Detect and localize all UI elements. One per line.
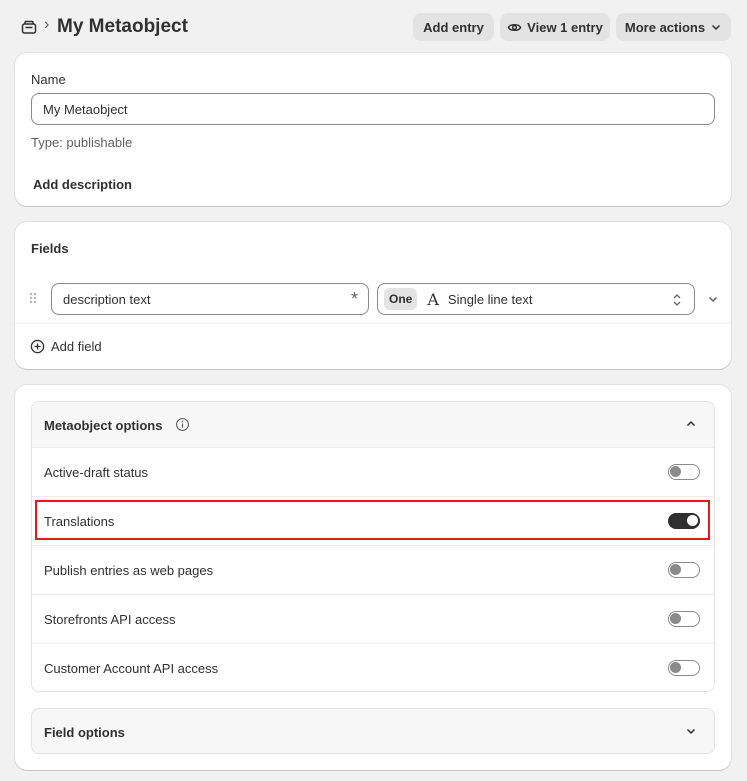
metaobject-options-title: Metaobject options xyxy=(44,418,163,433)
add-description-button[interactable]: Add description xyxy=(33,177,132,192)
plus-circle-icon xyxy=(30,339,45,354)
breadcrumb-separator: › xyxy=(44,16,50,33)
name-label: Name xyxy=(31,72,66,87)
option-row-translations: Translations xyxy=(32,496,714,545)
type-text: Type: publishable xyxy=(31,135,133,150)
metaobject-options-panel: Metaobject options Active-draft status T… xyxy=(31,401,715,692)
more-actions-button[interactable]: More actions xyxy=(616,13,731,41)
customer-account-api-toggle[interactable] xyxy=(668,660,700,676)
option-row-customer-account-api: Customer Account API access xyxy=(32,643,714,692)
drag-handle-icon[interactable] xyxy=(28,291,38,305)
active-draft-toggle[interactable] xyxy=(668,464,700,480)
metaobject-options-header[interactable]: Metaobject options xyxy=(32,402,714,447)
name-card: Name My Metaobject Type: publishable Add… xyxy=(15,53,731,206)
eye-icon xyxy=(507,23,522,31)
add-field-button[interactable]: Add field xyxy=(30,339,102,354)
divider xyxy=(15,323,731,324)
translations-toggle[interactable] xyxy=(668,513,700,529)
cardinality-badge: One xyxy=(384,288,418,310)
fields-title: Fields xyxy=(31,241,69,256)
page-title: My Metaobject xyxy=(57,16,188,37)
field-options-panel[interactable]: Field options xyxy=(31,708,715,754)
chevron-down-icon xyxy=(712,24,721,31)
expand-field-chevron-icon[interactable] xyxy=(707,293,719,305)
options-card: Metaobject options Active-draft status T… xyxy=(15,385,731,770)
field-name-input[interactable]: description text * xyxy=(51,283,369,315)
option-row-active-draft: Active-draft status xyxy=(32,447,714,496)
storefronts-api-toggle[interactable] xyxy=(668,611,700,627)
web-pages-toggle[interactable] xyxy=(668,562,700,578)
required-marker: * xyxy=(350,289,358,309)
option-row-web-pages: Publish entries as web pages xyxy=(32,545,714,594)
field-type-label: Single line text xyxy=(447,291,533,307)
add-entry-button[interactable]: Add entry xyxy=(413,13,494,41)
chevron-down-icon[interactable] xyxy=(685,725,697,737)
view-entry-button[interactable]: View 1 entry xyxy=(500,13,610,41)
option-row-storefronts-api: Storefronts API access xyxy=(32,594,714,643)
chevron-up-icon[interactable] xyxy=(685,418,697,430)
field-options-title: Field options xyxy=(44,725,125,740)
field-type-select[interactable]: One A Single line text xyxy=(377,283,695,315)
metaobject-icon[interactable] xyxy=(21,19,37,35)
text-type-icon: A xyxy=(427,289,439,309)
page-header: › My Metaobject Add entry View 1 entry M… xyxy=(0,0,747,52)
fields-card: Fields description text * One A Single l… xyxy=(15,222,731,369)
name-input[interactable]: My Metaobject xyxy=(31,93,715,125)
info-icon[interactable] xyxy=(175,417,190,432)
select-arrows-icon xyxy=(673,294,681,306)
